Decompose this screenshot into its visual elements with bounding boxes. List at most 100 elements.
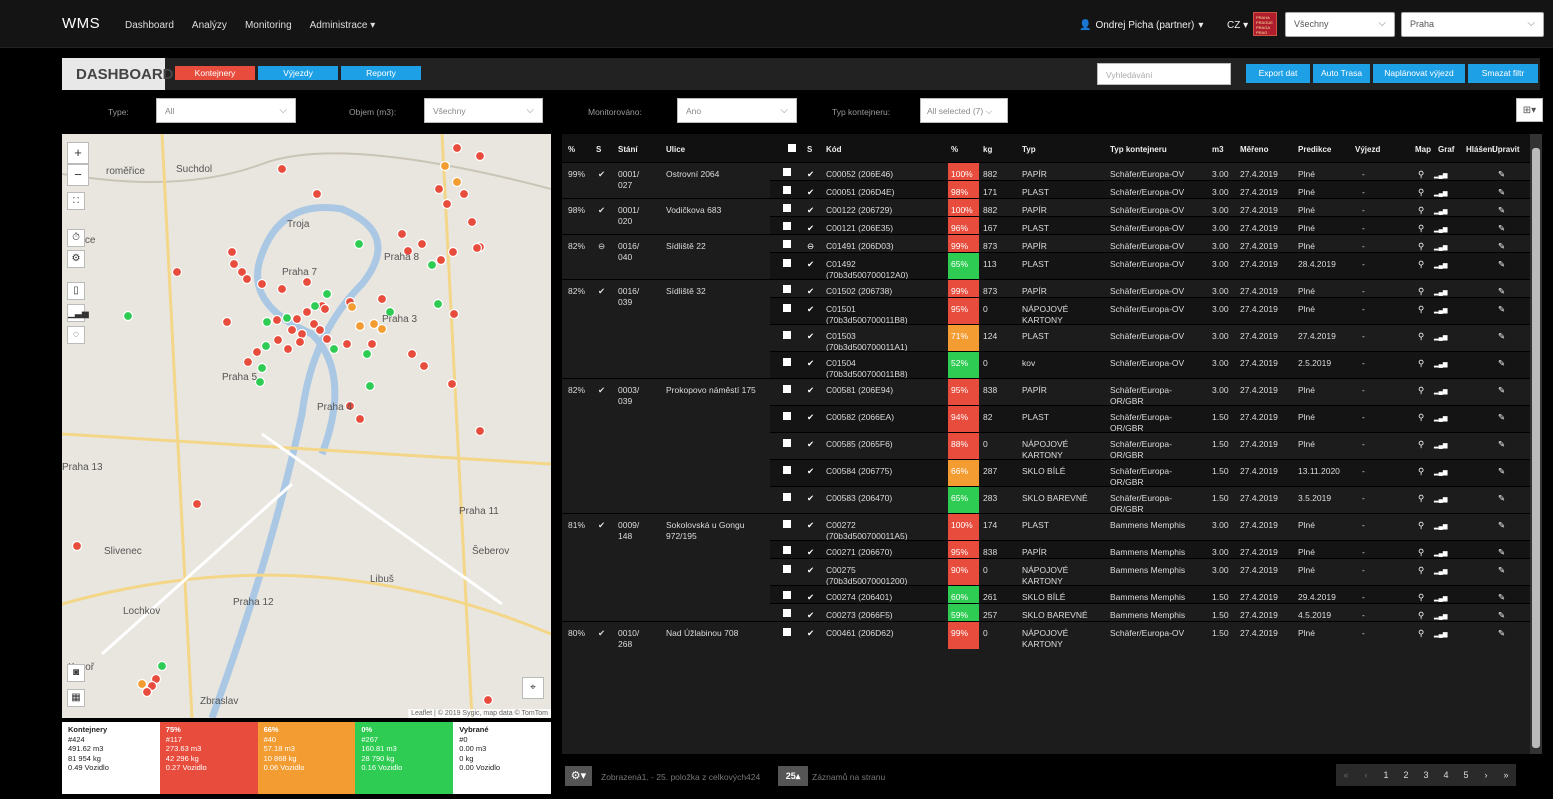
map-marker[interactable] <box>451 176 463 188</box>
stat-column[interactable]: 0% #267 160.81 m3 28 790 kg 0.16 Vozidlo <box>355 722 454 794</box>
map-pin-icon[interactable]: ⚲ <box>1418 628 1424 639</box>
map-marker[interactable] <box>364 380 376 392</box>
map-marker[interactable] <box>71 540 83 552</box>
map-marker[interactable] <box>281 312 293 324</box>
map-pin-icon[interactable]: ⚲ <box>1418 205 1424 216</box>
column-chooser-button[interactable]: ⊞▾ <box>1516 98 1543 122</box>
map-marker[interactable] <box>221 316 233 328</box>
group-cell[interactable]: 81% ✔ 0009/148 Sokolovská u Gongu 972/195 <box>562 513 770 621</box>
row-checkbox[interactable] <box>783 186 791 194</box>
edit-icon[interactable]: ✎ <box>1498 592 1505 603</box>
header-cell[interactable]: Map <box>1415 145 1431 154</box>
map-marker[interactable] <box>416 238 428 250</box>
row-checkbox[interactable] <box>783 285 791 293</box>
group-cell[interactable]: 82% ✔ 0016/039 Sídliště 32 <box>562 279 770 378</box>
graph-icon[interactable]: ▂▄▆ <box>1434 333 1447 344</box>
graph-icon[interactable]: ▂▄▆ <box>1434 387 1447 398</box>
row-checkbox[interactable] <box>783 385 791 393</box>
map-marker[interactable] <box>441 198 453 210</box>
header-cell[interactable]: S <box>807 145 812 154</box>
graph-icon[interactable]: ▂▄▆ <box>1434 468 1447 479</box>
header-cell[interactable]: Upravit <box>1492 145 1520 154</box>
map-marker[interactable] <box>341 338 353 350</box>
header-cell[interactable]: % <box>568 145 575 154</box>
volume-select[interactable]: Všechny ⌵ <box>424 98 543 123</box>
map-pin-icon[interactable]: ⚲ <box>1418 223 1424 234</box>
graph-icon[interactable]: ▂▄▆ <box>1434 495 1447 506</box>
stat-column[interactable]: 66% #40 57.18 m3 10 868 kg 0.06 Vozidlo <box>257 722 356 794</box>
group-cell[interactable]: 82% ⊖ 0016/040 Sídliště 22 <box>562 234 770 279</box>
graph-icon[interactable]: ▂▄▆ <box>1434 441 1447 452</box>
edit-icon[interactable]: ✎ <box>1498 385 1505 396</box>
map-marker[interactable] <box>301 306 313 318</box>
map-marker[interactable] <box>439 160 451 172</box>
map-pin-icon[interactable]: ⚲ <box>1418 466 1424 477</box>
map-pin-icon[interactable]: ⚲ <box>1418 439 1424 450</box>
row-checkbox[interactable] <box>783 412 791 420</box>
zoom-out-button[interactable]: − <box>67 164 89 186</box>
page-link[interactable]: › <box>1476 764 1496 786</box>
row-checkbox[interactable] <box>783 240 791 248</box>
row-checkbox[interactable] <box>783 546 791 554</box>
map-marker[interactable] <box>276 283 288 295</box>
page-link[interactable]: 2 <box>1396 764 1416 786</box>
clear-filter-button[interactable]: Smazat filtr <box>1468 64 1538 83</box>
edit-icon[interactable]: ✎ <box>1498 187 1505 198</box>
edit-icon[interactable]: ✎ <box>1498 358 1505 369</box>
tab-vyjezdy[interactable]: Výjezdy <box>258 66 338 80</box>
map-marker[interactable] <box>446 378 458 390</box>
map-marker[interactable] <box>376 323 388 335</box>
map-marker[interactable] <box>309 300 321 312</box>
map-pin-icon[interactable]: ⚲ <box>1418 241 1424 252</box>
map-pin-icon[interactable]: ⚲ <box>1418 286 1424 297</box>
map-marker[interactable] <box>226 246 238 258</box>
edit-icon[interactable]: ✎ <box>1498 547 1505 558</box>
map-view[interactable]: roměřice Suchdol Troja Praha 7 Praha 8 P… <box>62 134 551 718</box>
locate-icon[interactable]: ⌖ <box>522 677 544 699</box>
page-link[interactable]: » <box>1496 764 1516 786</box>
graph-icon[interactable]: ▂▄▆ <box>1434 630 1447 641</box>
map-marker[interactable] <box>136 678 148 690</box>
map-marker[interactable] <box>228 258 240 270</box>
row-checkbox[interactable] <box>783 259 791 267</box>
map-marker[interactable] <box>256 278 268 290</box>
map-marker[interactable] <box>241 273 253 285</box>
map-pin-icon[interactable]: ⚲ <box>1418 412 1424 423</box>
edit-icon[interactable]: ✎ <box>1498 304 1505 315</box>
map-marker[interactable] <box>242 356 254 368</box>
map-pin-icon[interactable]: ⚲ <box>1418 385 1424 396</box>
page-link[interactable]: 5 <box>1456 764 1476 786</box>
edit-icon[interactable]: ✎ <box>1498 565 1505 576</box>
map-marker[interactable] <box>319 303 331 315</box>
brand-logo[interactable]: WMS <box>62 15 100 32</box>
edit-icon[interactable]: ✎ <box>1498 412 1505 423</box>
map-marker[interactable] <box>353 238 365 250</box>
map-marker[interactable] <box>451 142 463 154</box>
header-cell[interactable]: Typ <box>1022 145 1036 154</box>
plan-trip-button[interactable]: Naplánovat výjezd <box>1373 64 1465 83</box>
map-pin-icon[interactable]: ⚲ <box>1418 259 1424 270</box>
header-cell[interactable]: Hlášení <box>1466 145 1494 154</box>
chart-icon[interactable]: ▁▃▅ <box>67 304 89 322</box>
edit-icon[interactable]: ✎ <box>1498 259 1505 270</box>
map-marker[interactable] <box>272 334 284 346</box>
group-cell[interactable]: 99% ✔ 0001/027 Ostrovní 2064 <box>562 162 770 198</box>
row-checkbox[interactable] <box>783 358 791 366</box>
nav-select-all[interactable]: Všechny ⌵ <box>1285 12 1395 37</box>
map-marker[interactable] <box>122 310 134 322</box>
map-marker[interactable] <box>418 360 430 372</box>
nav-monitoring[interactable]: Monitoring <box>245 20 292 31</box>
map-marker[interactable] <box>368 318 380 330</box>
edit-icon[interactable]: ✎ <box>1498 331 1505 342</box>
row-checkbox[interactable] <box>783 331 791 339</box>
fullscreen-icon[interactable]: ⛶ <box>67 192 85 210</box>
header-cell[interactable]: Kód <box>826 145 842 154</box>
row-checkbox[interactable] <box>783 168 791 176</box>
map-pin-icon[interactable]: ⚲ <box>1418 520 1424 531</box>
bin-icon[interactable]: ▯ <box>67 282 85 300</box>
map-pin-icon[interactable]: ⚲ <box>1418 187 1424 198</box>
map-marker[interactable] <box>286 324 298 336</box>
export-button[interactable]: Export dat <box>1246 64 1310 83</box>
edit-icon[interactable]: ✎ <box>1498 169 1505 180</box>
edit-icon[interactable]: ✎ <box>1498 493 1505 504</box>
